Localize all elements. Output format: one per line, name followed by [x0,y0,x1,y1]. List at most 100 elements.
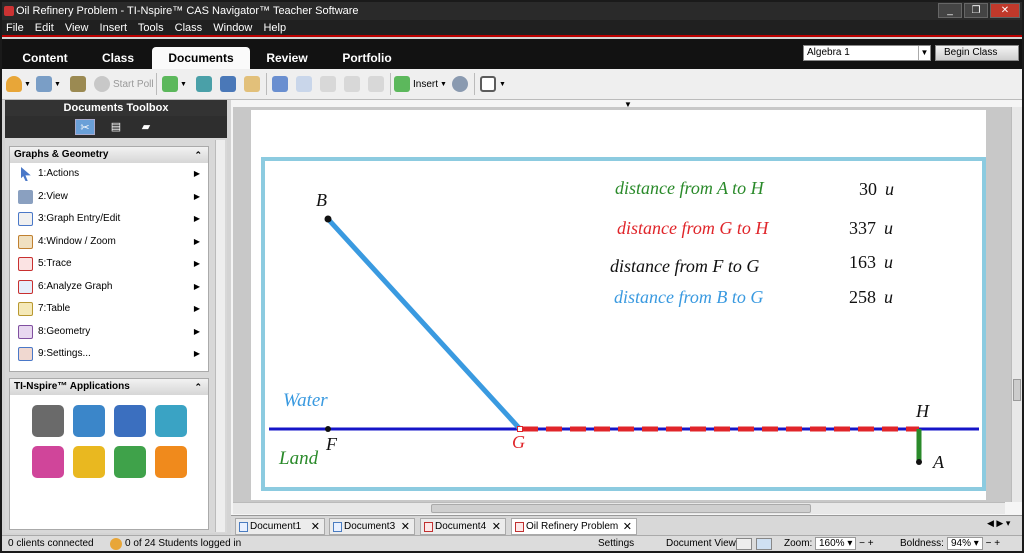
graph-canvas[interactable]: B F G H A Water Land distance from A to … [251,110,986,500]
boldness-select[interactable]: 94% ▾ − + [944,536,1000,552]
insert-button[interactable]: Insert ▼ [394,75,447,93]
cut-button[interactable] [320,75,336,93]
redo-icon [296,76,312,92]
doc-tab-document4[interactable]: Document4 ✕ [420,518,506,535]
menu-item-trace[interactable]: 5:Trace ▶ [10,253,208,276]
menu-item-label: 3:Graph Entry/Edit [38,213,121,224]
data-statistics-app-icon[interactable] [32,446,64,478]
menu-file[interactable]: File [6,22,24,34]
vernier-dataquest-app-icon[interactable] [114,446,146,478]
point-b[interactable] [324,215,332,223]
doc-tab-oil-refinery[interactable]: Oil Refinery Problem ✕ [511,518,637,535]
minimize-icon[interactable]: _ [938,3,962,18]
menu-item-label: 6:Analyze Graph [38,280,113,292]
tab-class[interactable]: Class [86,47,150,69]
menu-item-geometry[interactable]: 8:Geometry ▶ [10,321,208,344]
user-icon [6,76,22,92]
tab-nav-arrows[interactable]: ◀ ▶ ▾ [987,518,1010,529]
document-icon [424,522,433,532]
graphs-app-icon[interactable] [73,405,105,437]
book-icon[interactable]: ▤ [106,119,126,135]
variable-button[interactable] [452,75,468,93]
point-g[interactable] [517,426,523,432]
scroll-thumb[interactable] [1013,379,1021,401]
question-app-icon[interactable] [155,446,187,478]
menu-view[interactable]: View [65,22,89,34]
send-icon [244,76,260,92]
user-button[interactable]: ▼ [6,75,31,93]
measure-fg-value: 163 [849,252,876,272]
point-f[interactable] [325,426,331,432]
doc-tab-document1[interactable]: Document1 ✕ [235,518,325,535]
scroll-thumb[interactable] [431,504,811,513]
menu-item-graph-entry[interactable]: 3:Graph Entry/Edit ▶ [10,208,208,231]
page-layout-button[interactable]: ▼ [480,75,506,93]
label-f: F [325,434,338,454]
cursor-arrow-icon [21,167,31,181]
section-header[interactable]: TI-Nspire™ Applications ⌃ [10,379,208,395]
begin-class-button[interactable]: Begin Class [935,45,1019,61]
menu-item-actions[interactable]: 1:Actions ▶ [10,163,208,186]
document-page: B F G H A Water Land distance from A to … [251,110,986,500]
lists-spreadsheet-app-icon[interactable] [155,405,187,437]
tab-content[interactable]: Content [10,47,80,69]
document-icon [515,522,524,532]
save-button[interactable] [220,75,236,93]
start-poll-button[interactable]: Start Poll [94,75,154,93]
menu-item-analyze-graph[interactable]: 6:Analyze Graph ▶ [10,276,208,299]
redo-button[interactable] [296,75,312,93]
menu-item-table[interactable]: 7:Table ▶ [10,298,208,321]
label-b: B [316,190,327,210]
computer-view-icon[interactable] [756,538,772,550]
close-icon[interactable]: ✕ [623,519,632,535]
horizontal-scrollbar[interactable] [233,502,1005,514]
toolbox-scrollbar[interactable] [215,140,225,532]
new-document-button[interactable]: ▼ [162,75,187,93]
folder-icon[interactable]: ▰ [136,119,156,135]
menu-item-window-zoom[interactable]: 4:Window / Zoom ▶ [10,231,208,254]
close-icon[interactable]: ✕ [401,519,410,535]
menu-insert[interactable]: Insert [100,22,128,34]
measure-fg-label: distance from F to G [610,256,759,276]
tab-review[interactable]: Review [254,47,320,69]
screen-capture-button[interactable]: ▼ [36,75,61,93]
open-document-button[interactable] [196,75,212,93]
tab-portfolio[interactable]: Portfolio [332,47,402,69]
paste-button[interactable] [368,75,384,93]
menu-window[interactable]: Window [213,22,252,34]
doc-tab-label: Oil Refinery Problem [526,521,619,532]
send-button[interactable] [244,75,260,93]
menu-item-view[interactable]: 2:View ▶ [10,186,208,209]
settings-button[interactable]: Settings [598,536,634,552]
label-g: G [512,432,525,452]
section-header[interactable]: Graphs & Geometry ⌃ [10,147,208,163]
collapse-icon[interactable]: ⌃ [194,147,202,163]
close-icon[interactable]: ✕ [990,3,1020,18]
point-a[interactable] [916,459,922,465]
vertical-scrollbar[interactable] [1011,107,1022,502]
close-icon[interactable]: ✕ [492,519,501,535]
menu-edit[interactable]: Edit [35,22,54,34]
doc-tab-document3[interactable]: Document3 ✕ [329,518,415,535]
collapse-icon[interactable]: ⌃ [194,379,202,395]
copy-button[interactable] [344,75,360,93]
undo-button[interactable] [272,75,288,93]
tools-icon[interactable]: ✂ [75,119,95,135]
maximize-icon[interactable]: ❐ [964,3,988,18]
handheld-view-icon[interactable] [736,538,752,550]
camera-icon [36,76,52,92]
calculator-app-icon[interactable] [32,405,64,437]
menu-help[interactable]: Help [263,22,286,34]
menu-item-settings[interactable]: 9:Settings... ▶ [10,343,208,366]
menu-tools[interactable]: Tools [138,22,164,34]
close-icon[interactable]: ✕ [311,519,320,535]
zoom-select[interactable]: 160% ▾ − + [812,536,874,552]
menu-class[interactable]: Class [175,22,203,34]
tab-documents[interactable]: Documents [152,47,250,69]
class-select[interactable]: Algebra 1 ▼ [803,45,931,61]
toolbox-tab-strip: ✂ ▤ ▰ [5,116,227,138]
quick-poll-button[interactable] [70,75,86,93]
geometry-app-icon[interactable] [114,405,146,437]
menu-item-label: 2:View [38,190,68,202]
notes-app-icon[interactable] [73,446,105,478]
